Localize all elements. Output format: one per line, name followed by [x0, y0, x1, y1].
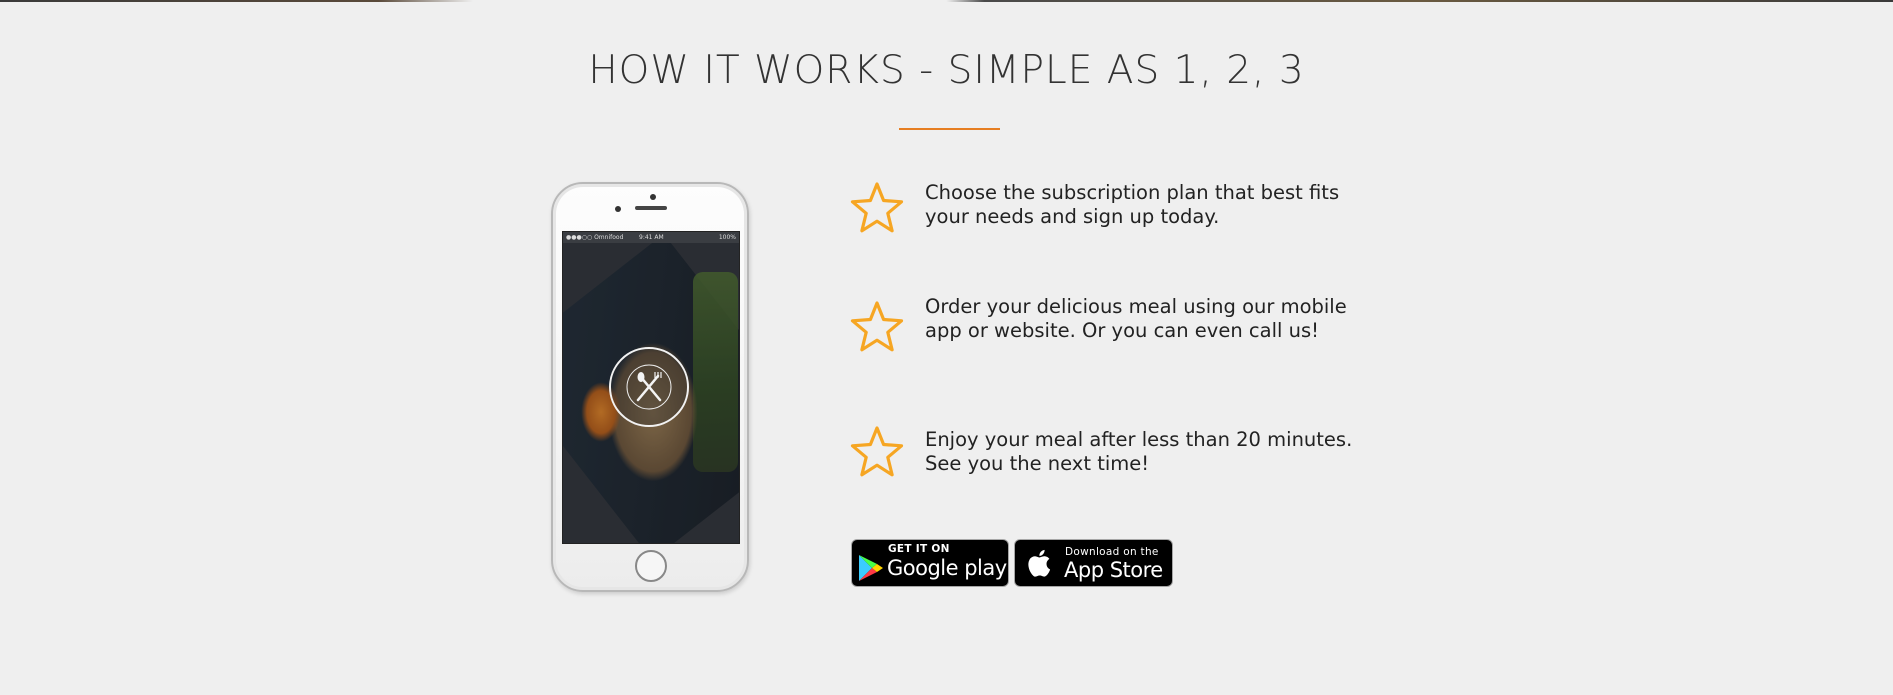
apple-icon — [1028, 549, 1051, 577]
status-time: 9:41 AM — [639, 234, 664, 241]
status-battery: 100% — [718, 234, 736, 241]
section-title: HOW IT WORKS - SIMPLE AS 1, 2, 3 — [588, 48, 1305, 93]
step-text: Enjoy your meal after less than 20 minut… — [925, 428, 1353, 475]
google-play-badge[interactable]: GET IT ON Google play — [851, 539, 1009, 587]
google-play-icon — [859, 555, 883, 581]
hero-image-bottom-edge — [0, 0, 1893, 2]
badge-big-text: App Store — [1064, 558, 1163, 582]
step-text: Choose the subscription plan that best f… — [925, 181, 1340, 228]
phone-status-bar: ●●●○○ Omnifood 9:41 AM 100% — [563, 232, 739, 243]
fork-spoon-logo-icon — [609, 347, 689, 427]
phone-mockup: ●●●○○ Omnifood 9:41 AM 100% — [551, 182, 749, 592]
badge-small-text: GET IT ON — [888, 543, 950, 555]
app-screenshot: ●●●○○ Omnifood 9:41 AM 100% — [562, 231, 740, 544]
status-carrier: ●●●○○ Omnifood — [566, 234, 624, 241]
title-divider — [899, 128, 1000, 130]
phone-home-button — [635, 550, 667, 582]
phone-sensor — [615, 206, 621, 212]
badge-big-text: Google play — [887, 556, 1007, 580]
star-icon — [850, 426, 904, 477]
phone-camera — [650, 194, 656, 200]
star-icon — [850, 301, 904, 352]
badge-small-text: Download on the — [1065, 546, 1159, 558]
phone-speaker — [635, 206, 667, 210]
app-store-badge[interactable]: Download on the App Store — [1014, 539, 1173, 587]
star-icon — [850, 182, 904, 233]
step-text: Order your delicious meal using our mobi… — [925, 295, 1347, 342]
